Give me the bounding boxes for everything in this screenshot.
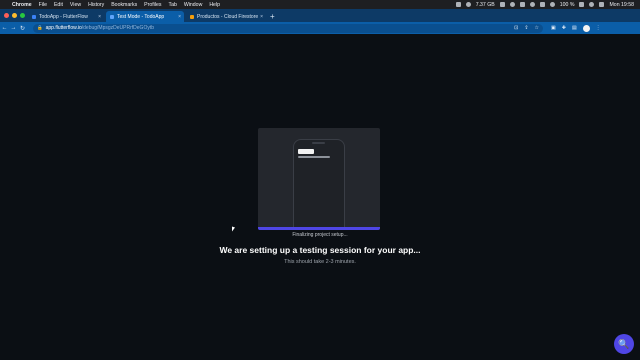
menu-file[interactable]: File <box>39 2 47 8</box>
phone-text-placeholder <box>298 156 330 158</box>
tab-test-mode[interactable]: Test Mode - TodoApp × <box>106 11 184 22</box>
extension-icon[interactable]: ▣ <box>551 25 556 31</box>
share-icon[interactable]: ⇪ <box>524 25 528 31</box>
tab-productos-firestore[interactable]: Productos - Cloud Firestore × <box>186 11 266 22</box>
firebase-favicon-icon <box>190 14 194 19</box>
lock-icon[interactable]: 🔒 <box>37 25 43 31</box>
window-controls <box>4 13 25 18</box>
tab-title: Test Mode - TodoApp <box>117 13 165 20</box>
menu-history[interactable]: History <box>88 2 104 8</box>
phone-notch <box>312 142 325 144</box>
menu-window[interactable]: Window <box>184 2 202 8</box>
browser-tab-strip: TodoApp - FlutterFlow × Test Mode - Todo… <box>0 9 640 22</box>
tray-sync-icon[interactable] <box>509 2 515 7</box>
menu-help[interactable]: Help <box>209 2 220 8</box>
tray-app-icon[interactable] <box>455 2 461 7</box>
close-tab-icon[interactable]: × <box>260 14 263 20</box>
macos-menu-bar: Chrome File Edit View History Bookmarks … <box>0 0 640 9</box>
setup-status-text: Finalizing project setup... <box>292 232 348 238</box>
address-bar[interactable]: 🔒 app.flutterflow.io /debug/MpsgzDeUPRrf… <box>33 23 543 33</box>
zoom-window-button[interactable] <box>20 13 25 18</box>
minimize-window-button[interactable] <box>12 13 17 18</box>
menu-profiles[interactable]: Profiles <box>144 2 161 8</box>
battery-icon[interactable] <box>579 2 585 7</box>
close-tab-icon[interactable]: × <box>178 14 181 20</box>
profile-avatar[interactable] <box>582 24 590 32</box>
menu-tab[interactable]: Tab <box>168 2 176 8</box>
install-app-icon[interactable]: ⊡ <box>514 25 518 31</box>
mouse-cursor-icon <box>232 226 235 233</box>
tab-title: Productos - Cloud Firestore <box>197 13 259 20</box>
menu-bar-tray: 7.37 GB 100 % Mon 19:58 <box>455 2 640 8</box>
setup-headline: We are setting up a testing session for … <box>219 245 421 255</box>
menu-bar-clock[interactable]: Mon 19:58 <box>609 2 634 8</box>
app-preview-card <box>258 128 380 230</box>
spotlight-icon[interactable] <box>589 2 595 7</box>
menu-edit[interactable]: Edit <box>54 2 63 8</box>
setup-progress-bar <box>258 227 380 230</box>
memory-readout[interactable]: 7.37 GB <box>476 2 495 8</box>
flutterflow-favicon-icon <box>32 14 36 19</box>
tray-status-icon[interactable] <box>465 2 471 7</box>
browser-toolbar: ← → ↻ 🔒 app.flutterflow.io /debug/MpsgzD… <box>0 22 640 34</box>
battery-percent[interactable]: 100 % <box>560 2 575 8</box>
forward-button[interactable]: → <box>9 25 18 31</box>
tray-vpn-icon[interactable] <box>529 2 535 7</box>
control-center-icon[interactable] <box>599 2 605 7</box>
phone-title-placeholder <box>298 149 314 154</box>
tray-bluetooth-icon[interactable] <box>539 2 545 7</box>
close-window-button[interactable] <box>4 13 9 18</box>
flutterflow-favicon-icon <box>110 14 114 19</box>
menu-chrome[interactable]: Chrome <box>12 2 32 8</box>
tray-dropbox-icon[interactable] <box>519 2 525 7</box>
toolbar-extensions: ▣ ✚ ▤ ⋮ <box>551 24 601 32</box>
setup-eta-text: This should take 2-3 minutes. <box>284 259 356 265</box>
chrome-menu-icon[interactable]: ⋮ <box>596 25 601 31</box>
tab-todoapp-flutterflow[interactable]: TodoApp - FlutterFlow × <box>28 11 104 22</box>
tab-title: TodoApp - FlutterFlow <box>39 13 88 20</box>
close-tab-icon[interactable]: × <box>98 14 101 20</box>
puzzle-extensions-icon[interactable]: ✚ <box>562 25 566 31</box>
search-icon: 🔍 <box>618 338 630 349</box>
tray-extension-icon[interactable] <box>499 2 505 7</box>
new-tab-button[interactable]: + <box>270 11 275 22</box>
url-path: /debug/MpsgzDeUPRrfDeGOytb <box>81 25 155 31</box>
menu-view[interactable]: View <box>70 2 81 8</box>
wifi-icon[interactable] <box>549 2 555 7</box>
back-button[interactable]: ← <box>0 25 9 31</box>
reload-button[interactable]: ↻ <box>18 25 27 32</box>
phone-mockup <box>293 139 345 230</box>
reading-list-icon[interactable]: ▤ <box>572 25 577 31</box>
url-host: app.flutterflow.io <box>45 25 82 31</box>
address-bar-actions: ⊡ ⇪ ☆ <box>514 25 543 31</box>
bookmark-star-icon[interactable]: ☆ <box>535 25 539 31</box>
menu-bookmarks[interactable]: Bookmarks <box>111 2 137 8</box>
setup-progress-fill <box>258 227 380 230</box>
help-search-button[interactable]: 🔍 <box>614 334 634 354</box>
